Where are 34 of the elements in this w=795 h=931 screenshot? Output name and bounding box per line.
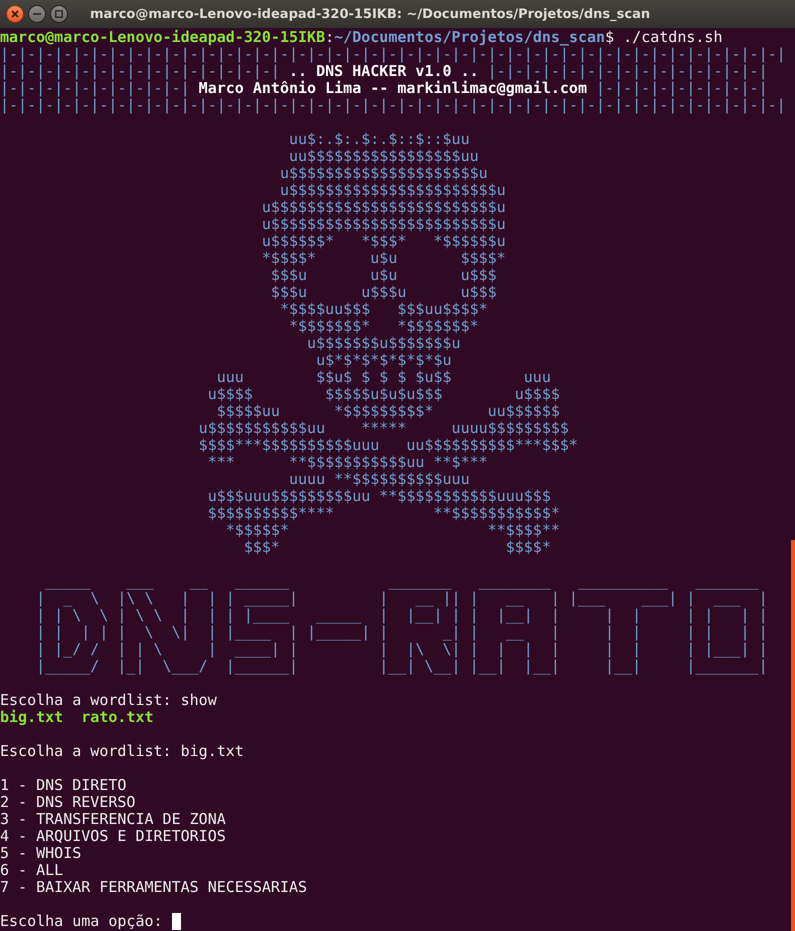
prompt-user: marco@marco-Lenovo-ideapad-320-15IKB — [0, 29, 326, 46]
terminal-text: 6 - ALL — [0, 862, 64, 879]
terminal-text: $ ./catdns.sh — [605, 29, 722, 46]
terminal-text: Escolha a wordlist: big.txt — [0, 743, 244, 760]
ascii-border: |-|-|-|-|-|-|-|-|-|-| — [0, 80, 190, 97]
terminal-text: 3 - TRANSFERENCIA DE ZONA — [0, 811, 226, 828]
terminal-text: 2 - DNS REVERSO — [0, 794, 136, 811]
minimize-button[interactable] — [28, 5, 46, 23]
terminal-text: 5 - WHOIS — [0, 845, 82, 862]
skull-ascii-art: uu$:.$:.$:.$::$::$uu uu$$$$$$$$$$$$$$$$$uu u$$$$$$$$$$$$$$$$$$$$$u u$$$$$$$$$$$$$$$$$$$$$$$u u$$$$$$$$$$$$$$$$$$$$$$$$$u u$$$$$$$$$$$$$$$$$$$$$$$$$u u$$$$$$* *$$$* *$$$$$$u *$$$$* u$u $$$$* $$$u u$u u$$$ $$$u u$$$u u$$$ *$$$$uu$$$ $$$uu$$$$* *$$$$$$$* *$$$$$$$* u$$$$$$$u$$$$$$$u u$*$*$*$*$*$*$u uuu $$u$ $ $ $ $u$$ uuu u$$$$ $$$$$u$u$u$$$ u$$$$ $$$$$uu *$$$$$$$$$* uu$$$$$$ u$$$$$$$$$$$uu ***** uuuu$$$$$$$$$ $$$$***$$$$$$$$$$uuu uu$$$$$$$$$$***$$$* *** **$$$$$$$$$$$uu **$*** uuuu **$$$$$$$$$$uuu u$$$uuu$$$$$$$$$uu **$$$$$$$$$$$uuu$$$ $$$$$$$$$$**** **$$$$$$$$$$$* *$$$$$* **$$$$** $$$* $$$$* — [198, 131, 578, 556]
banner-text: .. DNS HACKER v1.0 .. — [288, 63, 479, 80]
maximize-icon — [55, 10, 63, 18]
close-icon — [11, 10, 19, 18]
ascii-border: |-|-|-|-|-|-|-|-|-|-|-|-|-|-|-|-|-|-|-|-|-|-|-|-|-|-|-|-|-|-|-|-|-|-|-|-|-|-|-|-|-|-|-| — [0, 97, 786, 114]
maximize-button[interactable] — [50, 5, 68, 23]
ascii-border: |-|-|-|-|-|-|-|-|-|-|-|-|-|-|-|-|-|-|-|-|-|-|-|-|-|-|-|-|-|-|-|-|-|-|-|-|-|-|-|-|-|-|-| — [0, 46, 786, 63]
logo-ascii-art: _____ ___ __ ______ _______ ________ __________ _______ | _ \ |\ \ | | | _____| | __ || | __ | |___ ___| | ___ | | | \ \ | \ \ | | | |____ _____ | |__| | | |__| | | | | | | | | | | | | \ \| | |____ | |_____| | _| | __ | | | | | | | | |_/ / | | \ | ____| | | |\ \| | | | | | | | |___| | |_____/ |_| \___/ |______| |__| \__| |__| |__| |__| |_______| — [36, 573, 768, 675]
terminal-text: : — [325, 29, 334, 46]
window-title: marco@marco-Lenovo-ideapad-320-15IKB: ~/Documentos/Projetos/dns_scan — [90, 6, 650, 22]
terminal-text: 1 - DNS DIRETO — [0, 777, 126, 794]
prompt-path: ~/Documentos/Projetos/dns_scan — [334, 29, 606, 46]
scrollbar-thumb[interactable] — [791, 540, 795, 931]
terminal-text: 7 - BAIXAR FERRAMENTAS NECESSARIAS — [0, 879, 308, 896]
file-name: big.txt — [0, 709, 64, 726]
ascii-border: |-|-|-|-|-|-|-|-|-| — [596, 80, 768, 97]
banner-text: Marco Antônio Lima -- markinlimac@gmail.com — [198, 80, 587, 97]
minimize-icon — [33, 13, 41, 15]
ascii-border: |-|-|-|-|-|-|-|-|-|-|-|-|-|-|-| — [0, 63, 280, 80]
close-button[interactable] — [6, 5, 24, 23]
terminal-text: Escolha uma opção: — [0, 913, 163, 930]
ascii-border: |-|-|-|-|-|-|-|-|-|-|-|-|-|-|-| — [488, 63, 768, 80]
terminal-text: Escolha a wordlist: show — [0, 692, 217, 709]
file-name: rato.txt — [81, 709, 154, 726]
terminal-text: 4 - ARQUIVOS E DIRETORIOS — [0, 828, 226, 845]
